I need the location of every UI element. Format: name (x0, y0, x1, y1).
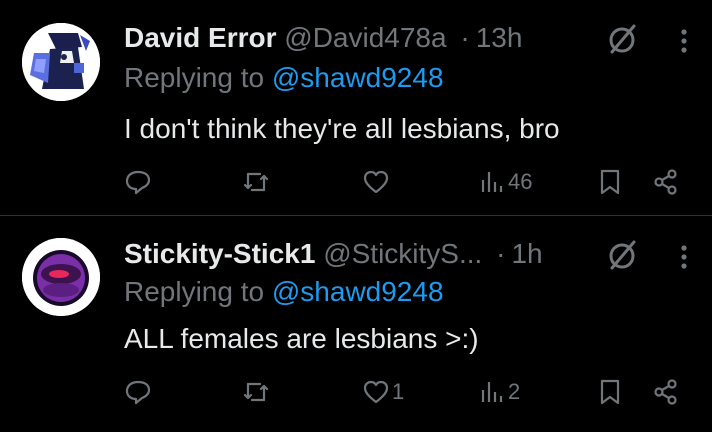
views-button[interactable]: 46 (478, 164, 532, 200)
replying-prefix: Replying to (124, 276, 265, 307)
avatar[interactable] (22, 23, 100, 101)
author-name[interactable]: Stickity-Stick1 (124, 238, 315, 269)
author-name[interactable]: David Error (124, 22, 277, 53)
reply-button[interactable] (124, 374, 154, 410)
replying-handle[interactable]: @shawd9248 (272, 62, 444, 93)
repost-button[interactable] (242, 164, 272, 200)
more-icon[interactable] (676, 242, 692, 272)
bookmark-button[interactable] (596, 164, 624, 200)
author-handle[interactable]: @David478a (284, 22, 446, 53)
grok-icon[interactable] (606, 22, 640, 56)
repost-icon (243, 382, 269, 402)
like-icon (363, 380, 389, 404)
like-button[interactable]: 1 (362, 374, 404, 410)
post-time[interactable]: 1h (511, 238, 542, 269)
purple-ring-avatar-icon (22, 238, 100, 316)
reply-button[interactable] (124, 164, 154, 200)
like-button[interactable] (362, 164, 392, 200)
bookmark-button[interactable] (596, 374, 624, 410)
like-icon (363, 170, 389, 194)
bookmark-icon (600, 169, 620, 195)
reply-icon (125, 380, 151, 405)
repost-icon (243, 172, 269, 192)
post-header: David Error @David478a · 13h (124, 20, 522, 56)
like-count: 1 (392, 379, 405, 404)
views-button[interactable]: 2 (478, 374, 520, 410)
header-separator: · (460, 22, 470, 53)
replying-handle[interactable]: @shawd9248 (272, 276, 444, 307)
post-2[interactable]: Stickity-Stick1 @StickityS... · 1h Replyi… (0, 216, 712, 432)
grok-icon[interactable] (606, 238, 640, 272)
avatar[interactable] (22, 238, 100, 316)
reply-icon (125, 170, 151, 195)
share-button[interactable] (652, 374, 680, 410)
share-icon (654, 169, 677, 195)
post-text: ALL females are lesbians >:) (124, 323, 479, 354)
action-bar: 46 (124, 164, 690, 200)
post-1[interactable]: David Error @David478a · 13h Replying to … (0, 0, 712, 216)
views-icon (481, 382, 503, 402)
views-icon (481, 172, 503, 192)
post-text: I don't think they're all lesbians, bro (124, 113, 560, 144)
author-handle[interactable]: @StickityS... (323, 238, 482, 269)
share-button[interactable] (652, 164, 680, 200)
share-icon (654, 379, 677, 405)
bookmark-icon (600, 379, 620, 405)
views-count: 46 (508, 169, 533, 194)
post-time[interactable]: 13h (476, 22, 523, 53)
header-separator: · (496, 238, 506, 269)
replying-prefix: Replying to (124, 62, 265, 93)
views-count: 2 (508, 379, 521, 404)
replying-to: Replying to @shawd9248 (124, 60, 444, 96)
post-header: Stickity-Stick1 @StickityS... · 1h (124, 236, 543, 272)
blue-character-avatar-icon (22, 23, 100, 101)
more-icon[interactable] (676, 26, 692, 56)
action-bar: 1 2 (124, 374, 690, 410)
replying-to: Replying to @shawd9248 (124, 274, 444, 310)
repost-button[interactable] (242, 374, 272, 410)
